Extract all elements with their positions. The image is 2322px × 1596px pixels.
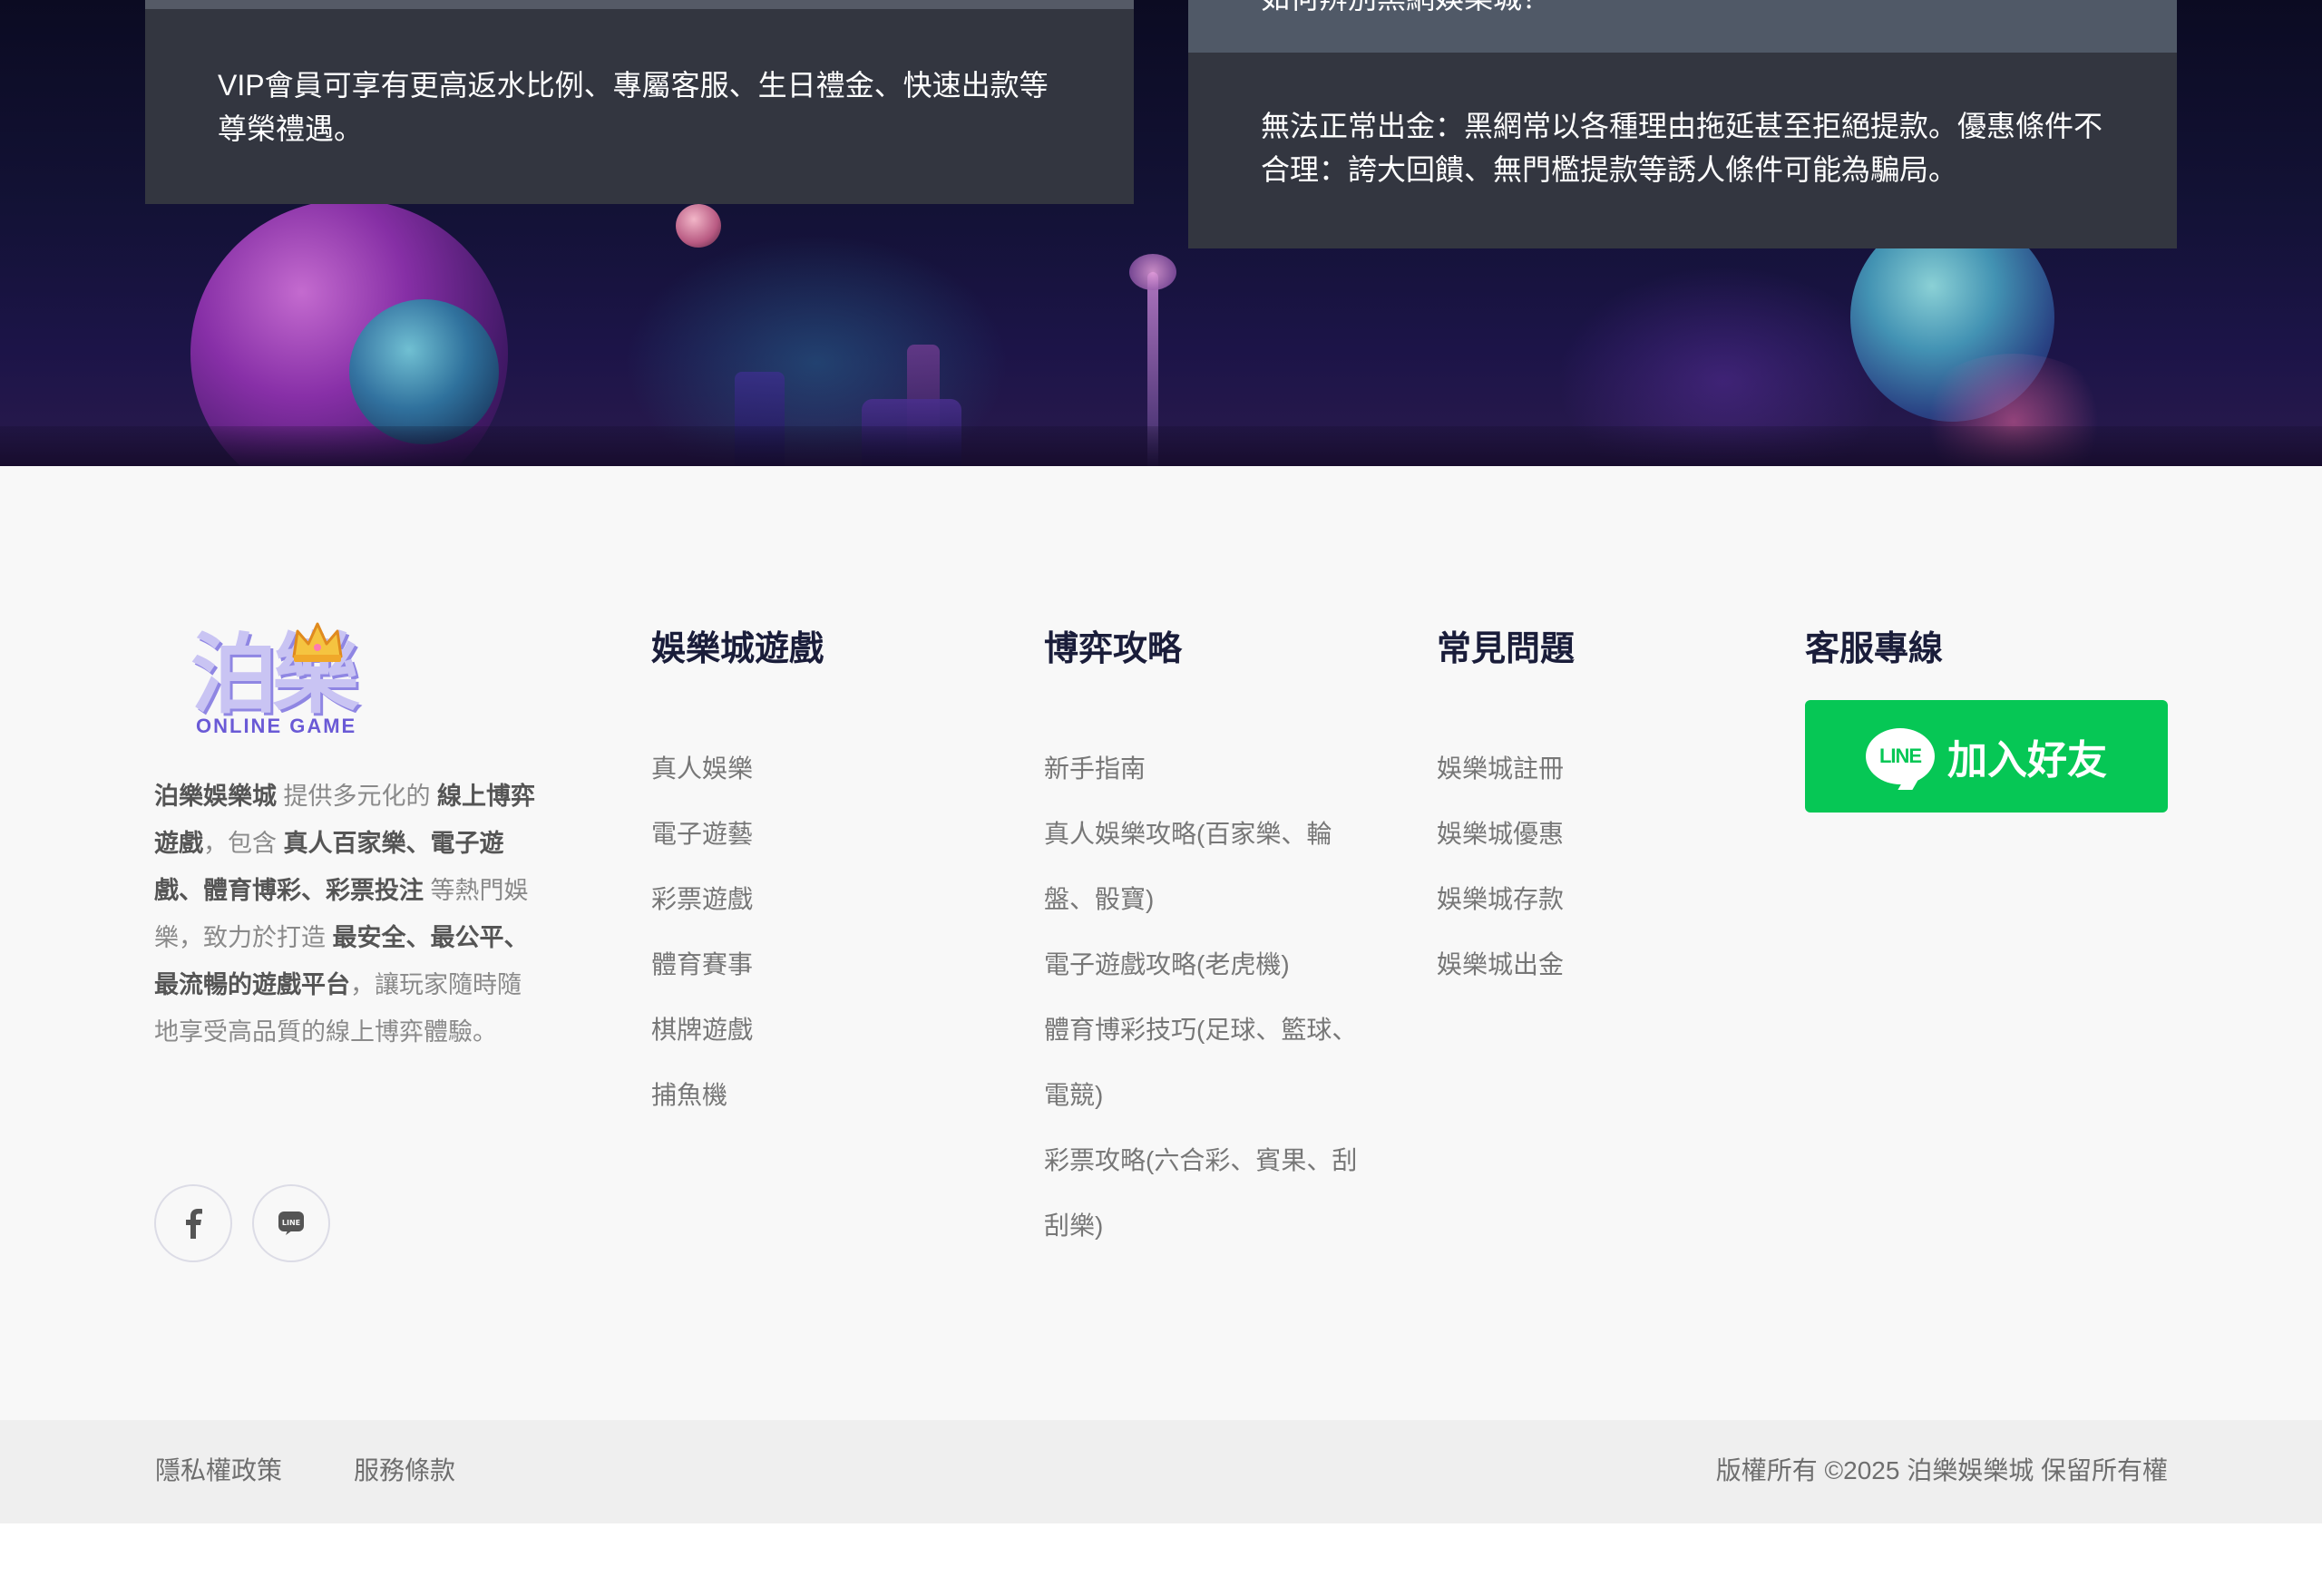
footer-bottom-bar: 隱私權政策 服務條款 版權所有 ©2025 泊樂娛樂城 保留所有權: [0, 1420, 2322, 1523]
column-title-guide: 博弈攻略: [1044, 630, 1183, 668]
footer-link-lottery-guide[interactable]: 彩票攻略(六合彩、賓果、刮刮樂): [1044, 1128, 1380, 1259]
footer-column-customer-service: 客服專線 LINE 加入好友: [1805, 628, 2168, 813]
copyright-text: 版權所有 ©2025 泊樂娛樂城 保留所有權: [1715, 1456, 2168, 1484]
scam-warning-heading: 如何辨別黑網娛樂城？: [1261, 0, 1551, 20]
scam-warning-text: 無法正常出金：黑網常以各種理由拖延甚至拒絕提款。優惠條件不合理：誇大回饋、無門檻…: [1261, 110, 2103, 186]
footer-brand: 泊樂 ONLINE GAME 泊樂娛樂城 提供多元化的 線上博弈遊戲，包含 真人…: [154, 620, 535, 1056]
line-add-friend-button[interactable]: LINE 加入好友: [1805, 700, 2168, 813]
hero-section: VIP會員可享有更高返水比例、專屬客服、生日禮金、快速出款等尊榮禮遇。 如何辨別…: [0, 0, 2322, 466]
footer-link-slots-guide[interactable]: 電子遊戲攻略(老虎機): [1044, 932, 1380, 998]
footer-column-faq: 常見問題 娛樂城註冊 娛樂城優惠 娛樂城存款 娛樂城出金: [1437, 628, 1575, 998]
footer-link-withdrawal[interactable]: 娛樂城出金: [1437, 932, 1575, 998]
brand-description-segment: ，包含: [203, 830, 284, 857]
footer-link-beginner-guide[interactable]: 新手指南: [1044, 736, 1380, 802]
column-title-customer-service: 客服專線: [1805, 630, 1944, 668]
footer-link-live-casino-guide[interactable]: 真人娛樂攻略(百家樂、輪盤、骰寶): [1044, 802, 1380, 932]
brand-description: 泊樂娛樂城 提供多元化的 線上博弈遊戲，包含 真人百家樂、電子遊戲、體育博彩、彩…: [154, 773, 535, 1056]
terms-of-service-link[interactable]: 服務條款: [354, 1453, 455, 1489]
background-tower: [1129, 254, 1176, 290]
footer-link-live-casino[interactable]: 真人娛樂: [651, 736, 824, 802]
site-footer: 泊樂 ONLINE GAME 泊樂娛樂城 提供多元化的 線上博弈遊戲，包含 真人…: [0, 466, 2322, 1420]
vip-benefits-text: VIP會員可享有更高返水比例、專屬客服、生日禮金、快速出款等尊榮禮遇。: [218, 69, 1049, 145]
background-ground: [0, 426, 2322, 466]
background-planet: [676, 204, 721, 248]
footer-link-lottery[interactable]: 彩票遊戲: [651, 867, 824, 932]
line-add-friend-label: 加入好友: [1947, 738, 2107, 783]
brand-description-segment: 提供多元化的: [277, 783, 438, 810]
svg-text:LINE: LINE: [282, 1219, 300, 1227]
privacy-policy-link[interactable]: 隱私權政策: [155, 1453, 282, 1489]
footer-column-guide: 博弈攻略 新手指南 真人娛樂攻略(百家樂、輪盤、骰寶) 電子遊戲攻略(老虎機) …: [1044, 628, 1380, 1259]
brand-description-segment: 泊樂娛樂城: [154, 783, 277, 810]
footer-link-slots[interactable]: 電子遊藝: [651, 802, 824, 867]
footer-link-board-games[interactable]: 棋牌遊戲: [651, 998, 824, 1063]
facebook-link[interactable]: [154, 1184, 232, 1262]
column-title-faq: 常見問題: [1437, 630, 1576, 668]
footer-link-sports[interactable]: 體育賽事: [651, 932, 824, 998]
crown-icon: [292, 622, 343, 662]
column-title-games: 娛樂城遊戲: [651, 630, 824, 668]
site-logo[interactable]: 泊樂 ONLINE GAME: [154, 620, 372, 747]
logo-subtitle: ONLINE GAME: [196, 715, 357, 737]
scam-warning-card-header: 如何辨別黑網娛樂城？: [1188, 0, 2177, 53]
vip-benefits-card: VIP會員可享有更高返水比例、專屬客服、生日禮金、快速出款等尊榮禮遇。: [145, 0, 1134, 204]
footer-link-promotions[interactable]: 娛樂城優惠: [1437, 802, 1575, 867]
footer-link-fishing[interactable]: 捕魚機: [651, 1063, 824, 1128]
footer-link-sports-guide[interactable]: 體育博彩技巧(足球、籃球、電競): [1044, 998, 1380, 1128]
social-links: LINE: [154, 1184, 330, 1262]
facebook-icon: [186, 1209, 202, 1239]
line-icon: LINE: [278, 1212, 304, 1235]
footer-column-games: 娛樂城遊戲 真人娛樂 電子遊藝 彩票遊戲 體育賽事 棋牌遊戲 捕魚機: [651, 628, 824, 1128]
line-link[interactable]: LINE: [252, 1184, 330, 1262]
footer-link-register[interactable]: 娛樂城註冊: [1437, 736, 1575, 802]
background-planet: [349, 299, 499, 444]
line-logo-icon: LINE: [1866, 728, 1935, 790]
footer-link-deposit[interactable]: 娛樂城存款: [1437, 867, 1575, 932]
scam-warning-card: 如何辨別黑網娛樂城？ 無法正常出金：黑網常以各種理由拖延甚至拒絕提款。優惠條件不…: [1188, 0, 2177, 248]
